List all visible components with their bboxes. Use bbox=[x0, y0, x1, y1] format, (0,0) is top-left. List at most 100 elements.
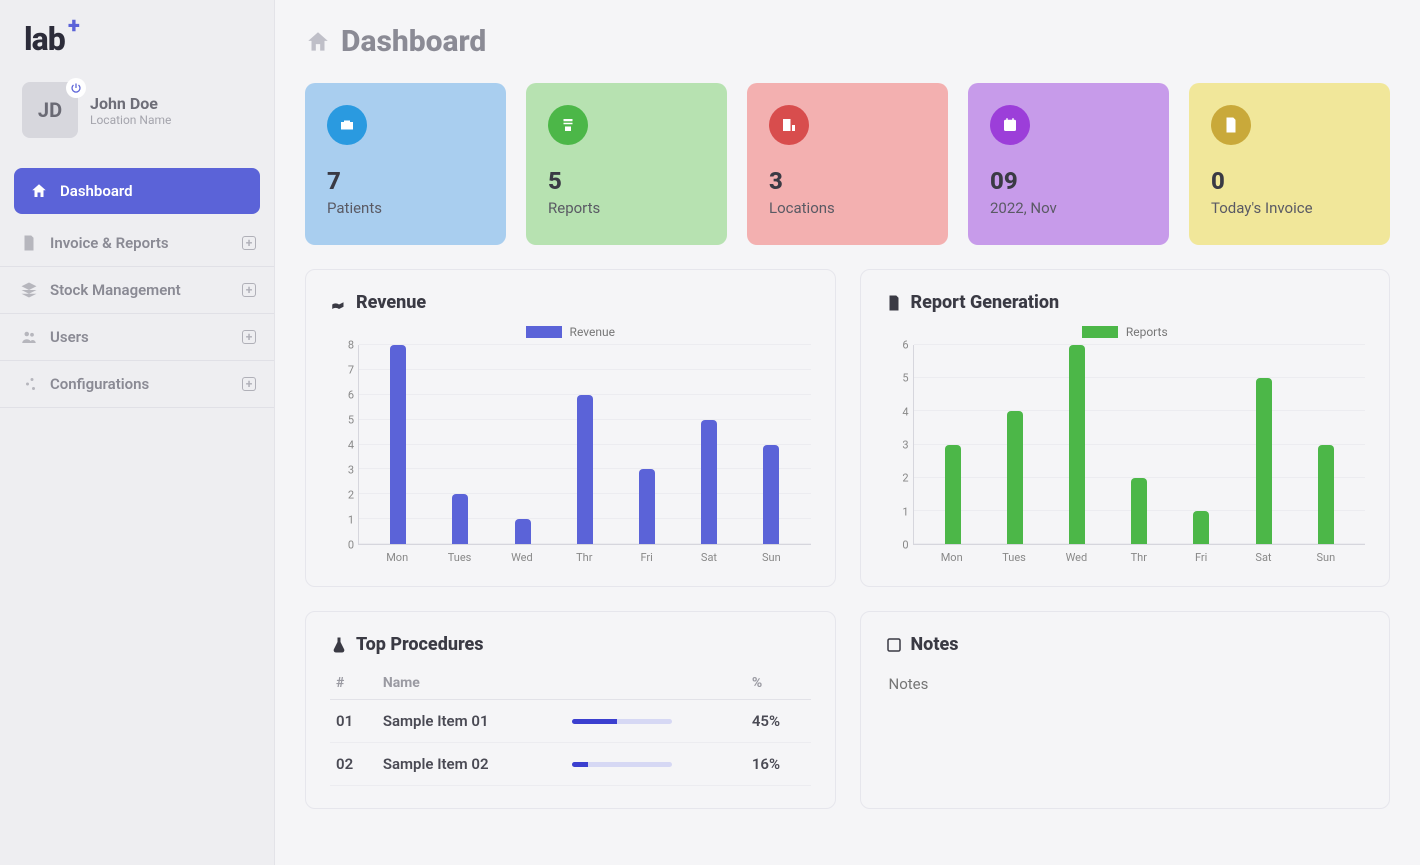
chart-bar bbox=[1131, 478, 1147, 544]
note-icon bbox=[885, 636, 903, 654]
cell-pct: 16% bbox=[746, 743, 811, 786]
logo: lab+ bbox=[0, 0, 274, 68]
notes-card: Notes bbox=[860, 611, 1391, 809]
cell-pct: 45% bbox=[746, 700, 811, 743]
kpi-blue[interactable]: 7 Patients bbox=[305, 83, 506, 245]
chart-bar bbox=[1193, 511, 1209, 544]
col-name: Name bbox=[377, 667, 566, 700]
x-tick: Sun bbox=[740, 551, 802, 564]
power-icon[interactable] bbox=[66, 78, 86, 98]
x-tick: Sat bbox=[678, 551, 740, 564]
logo-plus-icon: + bbox=[68, 14, 79, 39]
sidebar-item-users[interactable]: Users + bbox=[0, 313, 274, 360]
chart-bar bbox=[639, 469, 655, 544]
x-tick: Fri bbox=[615, 551, 677, 564]
kpi-label: Today's Invoice bbox=[1211, 199, 1368, 217]
page-title: Dashboard bbox=[305, 24, 1390, 59]
kpi-value: 0 bbox=[1211, 167, 1368, 195]
kpi-icon bbox=[1211, 105, 1251, 145]
x-tick: Mon bbox=[921, 551, 983, 564]
cell-progress bbox=[566, 700, 746, 743]
card-title-text: Report Generation bbox=[911, 292, 1060, 313]
legend-swatch bbox=[526, 326, 562, 338]
table-row: 02 Sample Item 02 16% bbox=[330, 743, 811, 786]
flask-icon bbox=[330, 636, 348, 654]
hand-money-icon bbox=[330, 294, 348, 312]
legend-swatch bbox=[1082, 326, 1118, 338]
chart-bar bbox=[390, 345, 406, 544]
chart-bar bbox=[1069, 345, 1085, 544]
kpi-value: 3 bbox=[769, 167, 926, 195]
user-location: Location Name bbox=[90, 113, 171, 127]
expand-icon: + bbox=[242, 283, 256, 297]
kpi-purple[interactable]: 09 2022, Nov bbox=[968, 83, 1169, 245]
home-icon bbox=[305, 29, 331, 55]
kpi-icon bbox=[548, 105, 588, 145]
layers-icon bbox=[20, 281, 38, 299]
sidebar: lab+ JD John Doe Location Name Dashboard… bbox=[0, 0, 275, 865]
nav: Dashboard Invoice & Reports + Stock Mana… bbox=[0, 162, 274, 408]
card-title-text: Revenue bbox=[356, 292, 426, 313]
revenue-chart: 012345678MonTuesWedThrFriSatSun bbox=[330, 345, 811, 564]
x-tick: Thr bbox=[553, 551, 615, 564]
sidebar-item-label: Configurations bbox=[50, 375, 149, 393]
cell-name: Sample Item 01 bbox=[377, 700, 566, 743]
expand-icon: + bbox=[242, 236, 256, 250]
x-tick: Sun bbox=[1295, 551, 1357, 564]
cell-idx: 01 bbox=[330, 700, 377, 743]
top-procedures-card: Top Procedures # Name % 01 Sample Item 0… bbox=[305, 611, 836, 809]
kpi-icon bbox=[769, 105, 809, 145]
kpi-label: Locations bbox=[769, 199, 926, 217]
x-tick: Tues bbox=[983, 551, 1045, 564]
kpi-icon bbox=[327, 105, 367, 145]
card-title-text: Notes bbox=[911, 634, 959, 655]
sidebar-item-dashboard[interactable]: Dashboard bbox=[14, 168, 260, 214]
x-tick: Sat bbox=[1232, 551, 1294, 564]
kpi-value: 5 bbox=[548, 167, 705, 195]
procedures-table: # Name % 01 Sample Item 01 45%02 Sample … bbox=[330, 667, 811, 786]
reports-chart: 0123456MonTuesWedThrFriSatSun bbox=[885, 345, 1366, 564]
x-tick: Thr bbox=[1108, 551, 1170, 564]
sidebar-item-stock[interactable]: Stock Management + bbox=[0, 266, 274, 313]
legend-label: Revenue bbox=[570, 325, 615, 339]
x-tick: Mon bbox=[366, 551, 428, 564]
main-content: Dashboard 7 Patients 5 Reports 3 Locatio… bbox=[275, 0, 1420, 865]
page-title-text: Dashboard bbox=[341, 24, 486, 59]
expand-icon: + bbox=[242, 330, 256, 344]
kpi-yellow[interactable]: 0 Today's Invoice bbox=[1189, 83, 1390, 245]
kpi-label: 2022, Nov bbox=[990, 199, 1147, 217]
notes-input[interactable] bbox=[885, 667, 1366, 767]
x-tick: Wed bbox=[1045, 551, 1107, 564]
expand-icon: + bbox=[242, 377, 256, 391]
cell-name: Sample Item 02 bbox=[377, 743, 566, 786]
chart-legend: Revenue bbox=[330, 325, 811, 339]
logo-text: lab bbox=[24, 20, 65, 58]
revenue-chart-card: Revenue Revenue 012345678MonTuesWedThrFr… bbox=[305, 269, 836, 587]
x-tick: Tues bbox=[428, 551, 490, 564]
chart-bar bbox=[945, 445, 961, 545]
sidebar-item-label: Users bbox=[50, 328, 89, 346]
chart-bar bbox=[1318, 445, 1334, 545]
kpi-row: 7 Patients 5 Reports 3 Locations 09 2022… bbox=[305, 83, 1390, 245]
reports-chart-card: Report Generation Reports 0123456MonTues… bbox=[860, 269, 1391, 587]
table-row: 01 Sample Item 01 45% bbox=[330, 700, 811, 743]
kpi-green[interactable]: 5 Reports bbox=[526, 83, 727, 245]
document-icon bbox=[20, 234, 38, 252]
sidebar-item-configurations[interactable]: Configurations + bbox=[0, 360, 274, 408]
sidebar-item-label: Stock Management bbox=[50, 281, 181, 299]
sidebar-item-invoice-reports[interactable]: Invoice & Reports + bbox=[0, 220, 274, 266]
chart-bar bbox=[1007, 411, 1023, 544]
kpi-label: Reports bbox=[548, 199, 705, 217]
sidebar-item-label: Invoice & Reports bbox=[50, 234, 169, 252]
sliders-icon bbox=[20, 375, 38, 393]
col-progress bbox=[566, 667, 746, 700]
users-icon bbox=[20, 328, 38, 346]
x-tick: Fri bbox=[1170, 551, 1232, 564]
cell-idx: 02 bbox=[330, 743, 377, 786]
kpi-red[interactable]: 3 Locations bbox=[747, 83, 948, 245]
kpi-label: Patients bbox=[327, 199, 484, 217]
legend-label: Reports bbox=[1126, 325, 1168, 339]
chart-bar bbox=[701, 420, 717, 544]
chart-bar bbox=[577, 395, 593, 544]
chart-bar bbox=[763, 445, 779, 545]
